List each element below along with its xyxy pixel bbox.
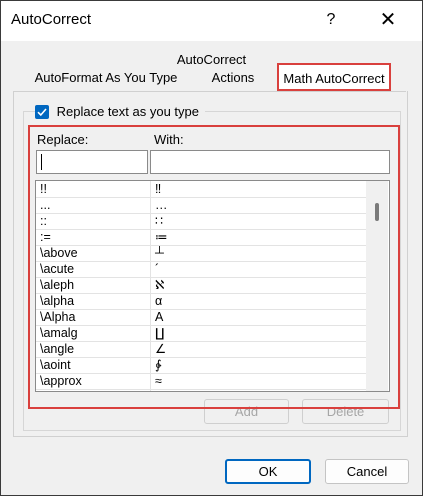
autocorrect-dialog: AutoCorrect ? ✕ AutoCorrect AutoFormat A…: [0, 0, 423, 496]
annotation-highlight-box: [28, 125, 400, 409]
cancel-button[interactable]: Cancel: [325, 459, 409, 484]
tab-actions[interactable]: Actions: [197, 67, 269, 89]
replace-text-label: Replace text as you type: [56, 104, 199, 120]
tab-autoformat-as-you-type[interactable]: AutoFormat As You Type: [23, 67, 189, 89]
replace-text-checkbox-row[interactable]: Replace text as you type: [35, 103, 205, 120]
tab-math-autocorrect[interactable]: Math AutoCorrect: [277, 63, 391, 91]
dialog-title: AutoCorrect: [11, 11, 92, 28]
help-button[interactable]: ?: [319, 7, 343, 33]
close-button[interactable]: ✕: [375, 7, 401, 33]
tab-divider: [13, 91, 406, 92]
replace-text-checkbox[interactable]: [35, 104, 49, 119]
ok-button[interactable]: OK: [225, 459, 311, 484]
checkmark-icon: [37, 108, 47, 116]
title-bar: AutoCorrect ? ✕: [1, 1, 422, 41]
